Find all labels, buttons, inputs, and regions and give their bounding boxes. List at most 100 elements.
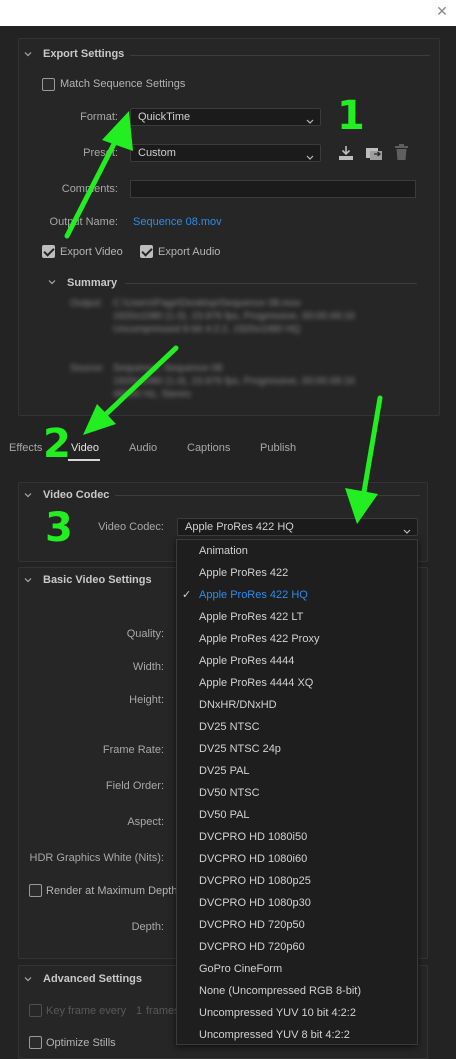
codec-option-label: Apple ProRes 422 LT [199, 611, 304, 623]
optimize-stills-checkbox[interactable] [29, 1036, 42, 1049]
codec-option[interactable]: Apple ProRes 4444 [177, 650, 417, 672]
codec-option[interactable]: Apple ProRes 422 LT [177, 606, 417, 628]
export-audio-label: Export Audio [158, 246, 221, 258]
depth-label: Depth: [131, 921, 164, 933]
key-frame-value[interactable]: 1 [136, 1005, 142, 1017]
divider [125, 283, 417, 284]
checkmark-icon: ✓ [182, 589, 192, 601]
summary-source-line: 48000 Hz, Stereo [113, 389, 191, 400]
collapse-chevron-icon[interactable] [24, 491, 32, 499]
codec-option[interactable]: Apple ProRes 422 [177, 562, 417, 584]
frame-rate-label: Frame Rate: [102, 744, 164, 756]
video-codec-title: Video Codec [43, 489, 110, 501]
video-codec-dropdown[interactable]: Apple ProRes 422 HQ [177, 518, 418, 536]
annotation-number-3: 3 [45, 505, 73, 551]
format-value: QuickTime [138, 111, 191, 123]
codec-option[interactable]: ✓ Apple ProRes 422 HQ [177, 584, 417, 606]
quality-label: Quality: [126, 628, 164, 640]
collapse-chevron-icon[interactable] [24, 576, 32, 584]
delete-preset-icon[interactable] [394, 144, 409, 164]
comments-field[interactable] [130, 180, 416, 198]
codec-option-label: DV25 NTSC 24p [199, 743, 281, 755]
key-frame-checkbox[interactable] [29, 1004, 42, 1017]
codec-option[interactable]: DVCPRO HD 1080i60 [177, 848, 417, 870]
key-frame-label: Key frame every [46, 1005, 127, 1017]
codec-option[interactable]: None (Uncompressed RGB 8-bit) [177, 980, 417, 1002]
codec-option[interactable]: DVCPRO HD 720p50 [177, 914, 417, 936]
codec-option-label: DVCPRO HD 720p60 [199, 941, 305, 953]
comments-label: Comments: [61, 183, 118, 195]
summary-output-line: Uncompressed 8-bit 4:2:2, 1920x1080 HQ [113, 324, 301, 335]
codec-option[interactable]: DV25 NTSC 24p [177, 738, 417, 760]
summary-output-line: C:\Users\Page\Desktop\Sequence 08.mov [113, 298, 301, 309]
collapse-chevron-icon[interactable] [24, 975, 32, 983]
codec-option-label: DNxHR/DNxHD [199, 699, 277, 711]
codec-option[interactable]: DV25 NTSC [177, 716, 417, 738]
tab-video[interactable]: Video [71, 442, 99, 454]
match-sequence-label: Match Sequence Settings [60, 78, 186, 90]
collapse-chevron-icon[interactable] [24, 50, 32, 58]
tab-effects[interactable]: Effects [9, 442, 42, 454]
codec-option[interactable]: Uncompressed YUV 10 bit 4:2:2 [177, 1002, 417, 1024]
render-max-depth-checkbox[interactable] [29, 884, 42, 897]
codec-option-label: DVCPRO HD 1080i50 [199, 831, 308, 843]
output-name-label: Output Name: [49, 216, 118, 228]
summary-title: Summary [67, 277, 118, 289]
basic-video-settings-title: Basic Video Settings [43, 574, 152, 586]
codec-option[interactable]: Apple ProRes 422 Proxy [177, 628, 417, 650]
key-frame-unit: frames [146, 1005, 176, 1017]
tab-audio[interactable]: Audio [129, 442, 157, 454]
codec-option[interactable]: DVCPRO HD 720p60 [177, 936, 417, 958]
codec-option[interactable]: DV25 PAL [177, 760, 417, 782]
codec-option-label: DV50 PAL [199, 809, 250, 821]
codec-option-label: Animation [199, 545, 248, 557]
export-video-label: Export Video [60, 246, 123, 258]
aspect-label: Aspect: [127, 816, 164, 828]
tab-captions[interactable]: Captions [187, 442, 230, 454]
render-max-depth-label: Render at Maximum Depth [46, 885, 176, 897]
close-icon[interactable]: ✕ [434, 3, 450, 19]
codec-option-label: Apple ProRes 422 [199, 567, 289, 579]
codec-option-label: DV50 NTSC [199, 787, 260, 799]
hdr-graphics-white-label: HDR Graphics White (Nits): [29, 852, 164, 864]
format-dropdown[interactable]: QuickTime [130, 108, 321, 126]
export-video-checkbox[interactable] [42, 245, 55, 258]
codec-option[interactable]: Animation [177, 540, 417, 562]
codec-option[interactable]: DVCPRO HD 1080p30 [177, 892, 417, 914]
height-label: Height: [129, 694, 164, 706]
export-audio-checkbox[interactable] [140, 245, 153, 258]
codec-option-label: DVCPRO HD 1080p25 [199, 875, 311, 887]
codec-option-label: None (Uncompressed RGB 8-bit) [199, 985, 362, 997]
codec-option[interactable]: GoPro CineForm [177, 958, 417, 980]
codec-option[interactable]: DNxHR/DNxHD [177, 694, 417, 716]
codec-option-label: DVCPRO HD 1080p30 [199, 897, 311, 909]
preset-dropdown[interactable]: Custom [130, 144, 321, 162]
codec-option-label: Apple ProRes 422 Proxy [199, 633, 320, 645]
video-codec-menu: Animation Apple ProRes 422 ✓ Apple ProRes 4… [176, 539, 418, 1045]
dialog-title-strip: ✕ [0, 0, 456, 26]
divider [130, 55, 430, 56]
codec-option[interactable]: Uncompressed YUV 8 bit 4:2:2 [177, 1024, 417, 1046]
video-codec-label: Video Codec: [98, 521, 164, 533]
codec-option-label: DVCPRO HD 720p50 [199, 919, 305, 931]
codec-option[interactable]: DVCPRO HD 1080p25 [177, 870, 417, 892]
tab-publish[interactable]: Publish [260, 442, 296, 454]
chevron-down-icon [306, 114, 314, 130]
codec-option[interactable]: DVCPRO HD 1080i50 [177, 826, 417, 848]
codec-option[interactable]: DV50 PAL [177, 804, 417, 826]
codec-option-label: DVCPRO HD 1080i60 [199, 853, 308, 865]
save-preset-icon[interactable] [337, 145, 355, 164]
export-settings-title: Export Settings [43, 48, 125, 60]
codec-option[interactable]: DV50 NTSC [177, 782, 417, 804]
codec-option-label: GoPro CineForm [199, 963, 283, 975]
codec-option[interactable]: Apple ProRes 4444 XQ [177, 672, 417, 694]
match-sequence-checkbox[interactable] [42, 78, 55, 91]
annotation-number-1: 1 [337, 93, 365, 139]
advanced-settings-title: Advanced Settings [43, 973, 143, 985]
codec-option-label: Apple ProRes 4444 [199, 655, 295, 667]
width-label: Width: [132, 661, 164, 673]
import-preset-icon[interactable] [365, 145, 383, 164]
field-order-label: Field Order: [105, 780, 164, 792]
output-name-link[interactable]: Sequence 08.mov [133, 216, 222, 228]
collapse-chevron-icon[interactable] [48, 278, 56, 286]
